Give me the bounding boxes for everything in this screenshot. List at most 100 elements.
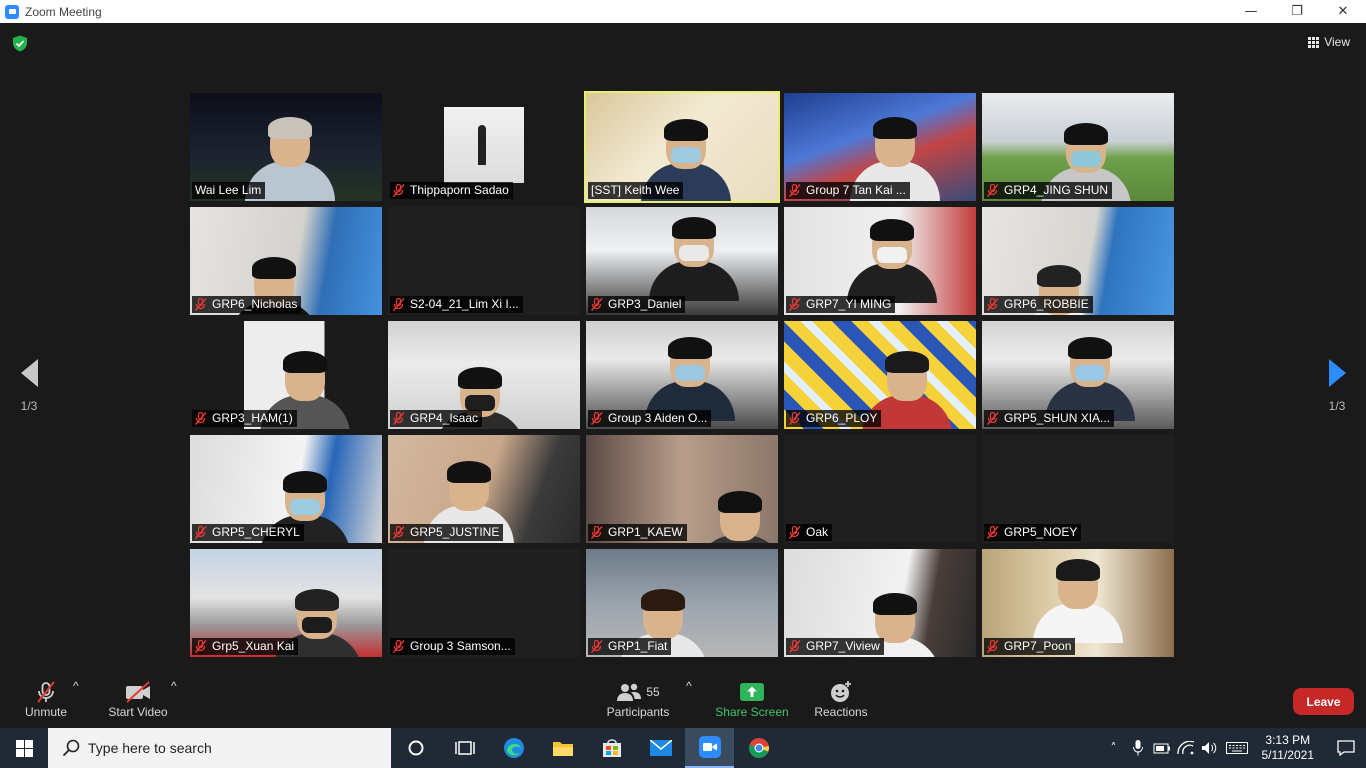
gallery-grid-icon [1308,36,1320,48]
participant-video-tile[interactable]: S2-04_21_Lim Xi I... [388,207,580,315]
taskbar-zoom[interactable] [685,728,734,768]
person-hair [873,117,918,139]
page-indicator-right: 1/3 [1328,399,1346,413]
participant-name-label: GRP4_JING SHUN [984,182,1113,199]
participant-name-label: GRP5_NOEY [984,524,1082,541]
participant-video-tile[interactable]: GRP5_JUSTINE [388,435,580,543]
taskbar-microsoft-store[interactable] [587,728,636,768]
participant-video-tile[interactable]: Wai Lee Lim [190,93,382,201]
participant-video-tile[interactable]: GRP1_KAEW [586,435,778,543]
participant-video-tile[interactable]: GRP6_Nicholas [190,207,382,315]
taskbar-mail[interactable] [636,728,685,768]
mic-muted-icon [195,412,207,425]
participant-count: 55 [646,685,660,699]
cortana-button[interactable] [391,728,440,768]
participants-button[interactable]: 55 Participants [604,679,672,719]
leave-button[interactable]: Leave [1293,688,1354,715]
participants-label: Participants [606,705,670,719]
participant-video-tile[interactable]: GRP4_Isaac [388,321,580,429]
view-button[interactable]: View [1308,35,1350,49]
chrome-browser-icon [748,738,769,758]
taskbar-search-box[interactable]: Type here to search [48,728,391,768]
participant-video-tile[interactable]: Grp5_Xuan Kai [190,549,382,657]
person-hair [640,589,685,611]
keyboard-icon[interactable] [1222,728,1252,768]
participant-name-label: S2-04_21_Lim Xi I... [390,296,523,313]
restore-button[interactable]: ❐ [1274,0,1320,23]
taskbar-file-explorer[interactable] [538,728,587,768]
person-hair [884,351,929,373]
battery-icon[interactable] [1150,728,1174,768]
reactions-button[interactable]: Reactions [812,679,870,719]
participant-video-tile[interactable]: GRP7_Poon [982,549,1174,657]
face-mask [670,147,701,163]
taskbar-edge[interactable] [489,728,538,768]
participant-video-tile[interactable]: GRP5_CHERYL [190,435,382,543]
microphone-tray-icon[interactable] [1126,728,1150,768]
cortana-circle-icon [408,740,423,756]
person-hair [283,471,328,493]
taskbar-chrome[interactable] [734,728,783,768]
participant-video-tile[interactable]: GRP6_PLOY [784,321,976,429]
participant-video-tile[interactable]: Oak [784,435,976,543]
participant-video-tile[interactable]: GRP3_Daniel [586,207,778,315]
participant-name: GRP6_Nicholas [212,297,298,311]
person-hair [1036,265,1081,287]
unmute-label: Unmute [24,705,68,719]
participant-name: GRP4_JING SHUN [1004,183,1109,197]
video-camera-off-icon [126,681,150,703]
participant-name-label: GRP3_Daniel [588,296,686,313]
video-options-caret-icon[interactable]: ^ [171,679,177,693]
participant-video-tile[interactable]: Thippaporn Sadao [388,93,580,201]
participant-name-label: GRP7_Poon [984,638,1076,655]
microphone-muted-icon [37,681,55,703]
participant-name: GRP6_PLOY [806,411,878,425]
face-mask [674,365,705,381]
unmute-button[interactable]: Unmute [22,679,70,719]
participant-video-tile[interactable]: GRP3_HAM(1) [190,321,382,429]
participant-name-label: Wai Lee Lim [192,182,266,199]
participant-video-tile[interactable]: [SST] Keith Wee [584,91,780,203]
start-button[interactable] [0,728,48,768]
task-view-button[interactable] [440,728,489,768]
start-video-button[interactable]: Start Video [106,679,170,719]
start-video-label: Start Video [108,705,168,719]
security-shield-icon[interactable] [12,35,28,52]
participant-video-tile[interactable]: GRP7_YI MING [784,207,976,315]
taskbar-clock[interactable]: 3:13 PM 5/11/2021 [1262,733,1315,763]
wifi-icon[interactable] [1174,728,1198,768]
close-button[interactable]: ✕ [1320,0,1366,23]
mic-muted-icon [987,412,999,425]
participant-video-tile[interactable]: GRP4_JING SHUN [982,93,1174,201]
participant-video-tile[interactable]: GRP6_ROBBIE [982,207,1174,315]
next-page-button[interactable]: 1/3 [1322,359,1352,413]
windows-logo-icon [15,739,33,757]
participant-video-tile[interactable]: GRP7_Viview [784,549,976,657]
mic-muted-icon [987,298,999,311]
mic-muted-icon [195,526,207,539]
participant-video-tile[interactable]: GRP5_NOEY [982,435,1174,543]
hidden-icons-chevron-icon[interactable]: ˄ [1102,728,1126,768]
participant-video-tile[interactable]: GRP1_Fiat [586,549,778,657]
notification-center-icon[interactable] [1326,728,1366,768]
participant-video-tile[interactable]: Group 3 Samson... [388,549,580,657]
person-hair [283,351,328,373]
participant-name-label: GRP5_CHERYL [192,524,304,541]
participant-video-tile[interactable]: GRP5_SHUN XIA... [982,321,1174,429]
zoom-app-taskbar-icon [698,736,721,758]
minimize-button[interactable]: — [1228,0,1274,23]
audio-options-caret-icon[interactable]: ^ [73,679,79,693]
participant-video-tile[interactable]: Group 3 Aiden O... [586,321,778,429]
participant-name-label: GRP1_Fiat [588,638,672,655]
participant-name-label: GRP3_HAM(1) [192,410,297,427]
participant-name: GRP3_Daniel [608,297,682,311]
share-screen-button[interactable]: Share Screen [714,679,790,719]
participant-name: GRP1_Fiat [608,639,668,653]
volume-icon[interactable] [1198,728,1222,768]
folder-icon [552,742,573,756]
previous-page-button[interactable]: 1/3 [14,359,44,413]
windows-taskbar: Type here to search ˄ 3:13 PM 5/11/2021 [0,728,1366,768]
participant-video-tile[interactable]: Group 7 Tan Kai ... [784,93,976,201]
participant-name: GRP4_Isaac [410,411,479,425]
participants-options-caret-icon[interactable]: ^ [686,679,692,693]
